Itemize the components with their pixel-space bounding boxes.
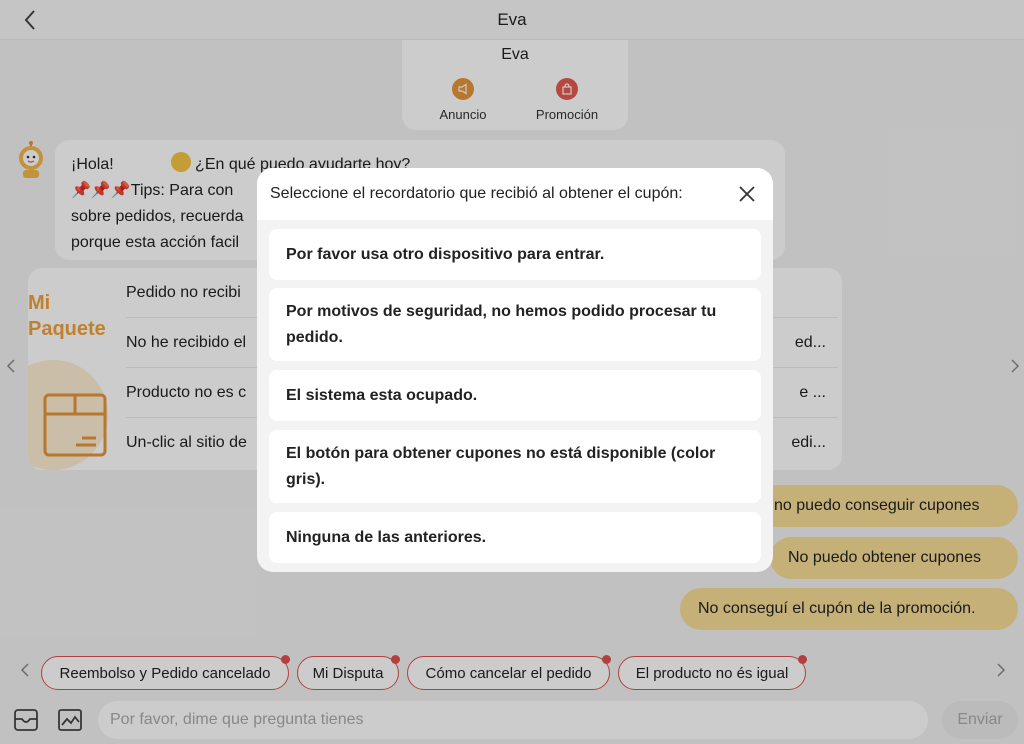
modal-header: Seleccione el recordatorio que recibió a… — [257, 168, 773, 220]
close-button[interactable] — [735, 182, 759, 206]
modal-title: Seleccione el recordatorio que recibió a… — [270, 185, 683, 202]
close-icon — [739, 186, 755, 202]
modal-option[interactable]: Por favor usa otro dispositivo para entr… — [269, 229, 761, 280]
modal-option[interactable]: El sistema esta ocupado. — [269, 370, 761, 421]
modal-option[interactable]: El botón para obtener cupones no está di… — [269, 430, 761, 503]
modal-option[interactable]: Ninguna de las anteriores. — [269, 512, 761, 563]
modal-option[interactable]: Por motivos de seguridad, no hemos podid… — [269, 288, 761, 361]
coupon-reminder-modal: Seleccione el recordatorio que recibió a… — [257, 168, 773, 572]
